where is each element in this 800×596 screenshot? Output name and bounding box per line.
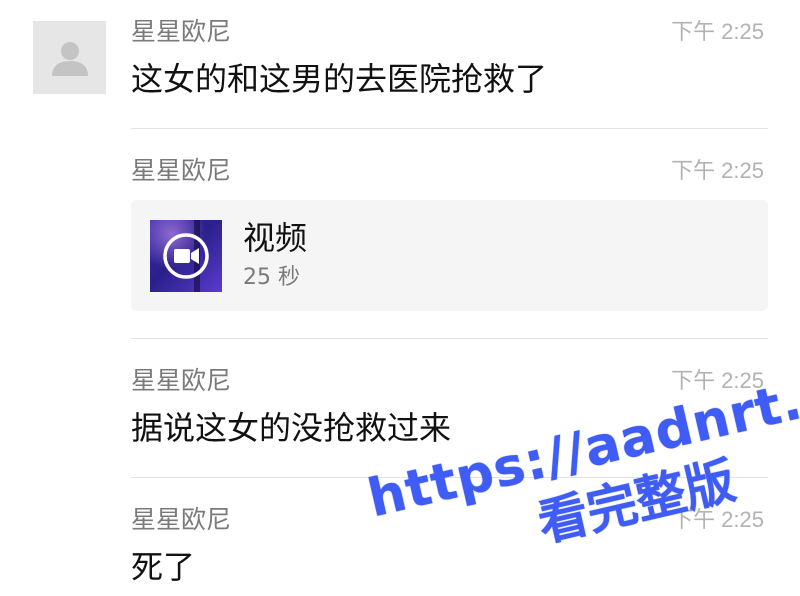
message-text[interactable]: 这女的和这男的去医院抢救了 bbox=[131, 59, 547, 99]
message-time: 下午 2:25 bbox=[671, 19, 764, 44]
sender-name[interactable]: 星星欧尼 bbox=[131, 156, 231, 186]
video-title: 视频 bbox=[243, 219, 308, 257]
message-text[interactable]: 据说这女的没抢救过来 bbox=[131, 408, 451, 448]
message-time: 下午 2:25 bbox=[671, 507, 764, 532]
message-text[interactable]: 死了 bbox=[131, 547, 195, 587]
sender-name[interactable]: 星星欧尼 bbox=[131, 366, 231, 396]
video-camera-icon bbox=[163, 233, 209, 279]
message-item: 星星欧尼 下午 2:25 这女的和这男的去医院抢救了 bbox=[131, 17, 768, 117]
sender-name[interactable]: 星星欧尼 bbox=[131, 17, 231, 47]
sender-name[interactable]: 星星欧尼 bbox=[131, 505, 231, 535]
video-thumbnail[interactable] bbox=[150, 220, 222, 292]
message-time: 下午 2:25 bbox=[671, 368, 764, 393]
video-duration: 25 秒 bbox=[243, 265, 300, 290]
message-item: 星星欧尼 下午 2:25 据说这女的没抢救过来 bbox=[131, 366, 768, 466]
default-user-icon bbox=[51, 41, 88, 76]
avatar[interactable] bbox=[33, 21, 106, 94]
message-time: 下午 2:25 bbox=[671, 158, 764, 183]
divider bbox=[131, 128, 768, 129]
message-item: 星星欧尼 下午 2:25 视频 25 秒 bbox=[131, 156, 768, 316]
video-message-card[interactable]: 视频 25 秒 bbox=[131, 200, 768, 311]
chat-page: 星星欧尼 下午 2:25 这女的和这男的去医院抢救了 星星欧尼 下午 2:25 … bbox=[0, 0, 800, 596]
divider bbox=[131, 477, 768, 478]
message-item: 星星欧尼 下午 2:25 死了 bbox=[131, 505, 768, 596]
divider bbox=[131, 338, 768, 339]
